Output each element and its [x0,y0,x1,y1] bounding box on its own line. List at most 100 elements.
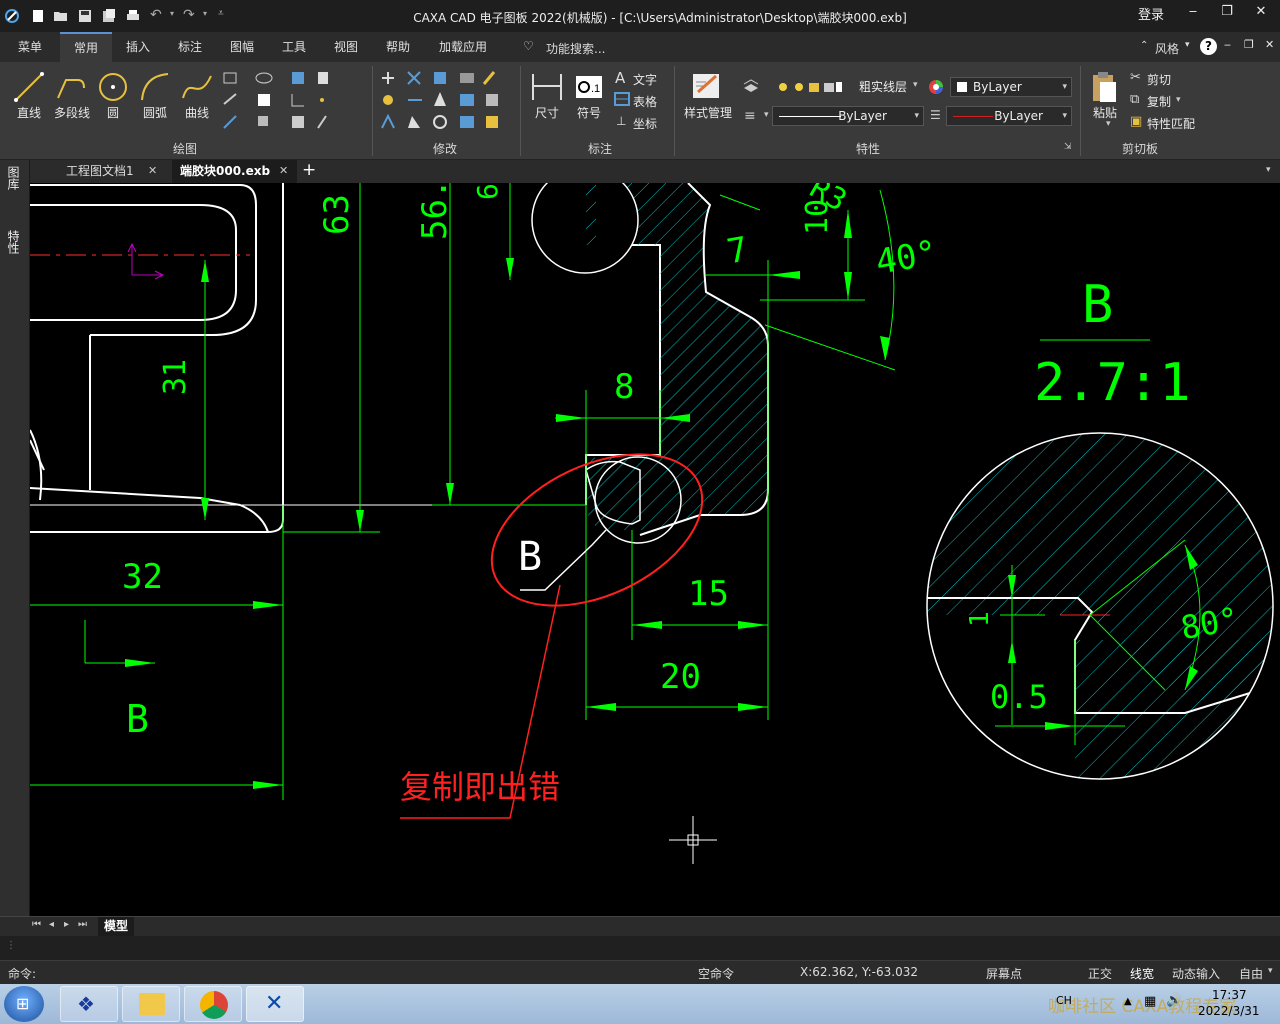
tab-annotate[interactable]: 标注 [168,32,212,62]
properties-panel-tab[interactable]: 特性 [6,230,22,278]
tab-addons[interactable]: 加载应用 [430,32,496,62]
help-icon[interactable]: ? [1200,38,1217,55]
drawing-canvas[interactable]: 63 56.5 6 7 10 R3 40° 31 8 32 15 20 B B … [30,183,1280,918]
caxa-logo-icon[interactable] [4,8,20,24]
paste-icon[interactable] [1090,70,1120,104]
ortho-toggle[interactable]: 正交 [1088,965,1112,982]
next-layout-icon[interactable]: ▸ [64,919,69,930]
color-wheel-icon[interactable] [928,79,944,95]
feature-search[interactable]: 功能搜索... [546,40,605,57]
layer-state-icons[interactable] [776,78,842,96]
match-properties-button[interactable]: 特性匹配 [1147,115,1195,132]
text-button[interactable]: 文字 [633,71,657,88]
taskbar-caxa[interactable]: ✕ [246,986,304,1022]
tab-menu[interactable]: 菜单 [8,32,52,62]
network-icon[interactable]: ▦ [1144,994,1156,1009]
collapse-ribbon-icon[interactable]: ⌃ [1140,40,1148,51]
add-tab-icon[interactable]: + [302,160,316,180]
doc-close-icon[interactable]: ✕ [1265,38,1274,51]
curve-icon[interactable] [180,70,214,104]
doc-minimize-icon[interactable]: ‒ [1224,38,1231,51]
paste-dropdown-icon[interactable]: ▾ [1106,119,1111,129]
command-prompt[interactable]: 命令: [8,965,36,982]
save-as-icon[interactable] [101,8,117,24]
circle-icon[interactable] [96,70,130,104]
snap-mode[interactable]: 屏幕点 [986,965,1022,982]
line-button[interactable]: 直线 [10,104,48,121]
free-mode-toggle[interactable]: 自由 [1239,965,1263,982]
save-icon[interactable] [77,8,93,24]
start-button[interactable]: ⊞ [4,986,44,1022]
cut-button[interactable]: 剪切 [1147,71,1171,88]
redo-icon[interactable]: ↷ [183,7,195,23]
tab-tools[interactable]: 工具 [272,32,316,62]
linetype-select[interactable]: ByLayer ▾ [772,106,924,126]
print-icon[interactable] [125,8,141,24]
copy-button[interactable]: 复制 [1147,93,1171,110]
arc-icon[interactable] [138,70,172,104]
polyline-button[interactable]: 多段线 [50,104,94,121]
login-link[interactable]: 登录 [1138,4,1164,23]
properties-expand-icon[interactable]: ⇲ [1064,142,1072,152]
curve-button[interactable]: 曲线 [178,104,216,121]
clock-date[interactable]: 2022/3/31 [1198,1004,1260,1018]
new-file-icon[interactable] [30,8,46,24]
linetype-list-icon[interactable]: ≡ [744,108,756,124]
minimize-button[interactable]: ‒ [1178,4,1208,19]
color-select[interactable]: ByLayer ▾ [950,77,1072,97]
taskbar-chrome[interactable] [184,986,242,1022]
polyline-icon[interactable] [54,70,88,104]
library-panel-tab[interactable]: 图库 [6,166,22,214]
style-menu[interactable]: 风格 [1155,40,1179,57]
taskbar-explorer[interactable] [122,986,180,1022]
tab-help[interactable]: 帮助 [376,32,420,62]
drawing-svg[interactable]: 63 56.5 6 7 10 R3 40° 31 8 32 15 20 B B … [30,183,1280,918]
ime-indicator[interactable]: CH [1056,994,1072,1007]
tab-sheet[interactable]: 图幅 [220,32,264,62]
dimension-button[interactable]: 尺寸 [528,104,566,121]
coordinate-button[interactable]: 坐标 [633,115,657,132]
last-layout-icon[interactable]: ⏭ [78,919,87,930]
redo-dropdown-icon[interactable]: ▾ [203,9,207,18]
clock-time[interactable]: 17:37 [1212,988,1247,1002]
prev-layout-icon[interactable]: ◂ [49,919,54,930]
style-manager-button[interactable]: 样式管理 [680,104,736,121]
maximize-button[interactable]: ❐ [1212,4,1242,19]
symbol-icon[interactable]: .1 [574,72,604,102]
arc-button[interactable]: 圆弧 [136,104,174,121]
symbol-button[interactable]: 符号 [570,104,608,121]
paste-button[interactable]: 粘贴 [1086,104,1124,121]
tab-insert[interactable]: 插入 [116,32,160,62]
close-icon[interactable]: ✕ [148,164,157,177]
tab-model[interactable]: 模型 [98,917,135,936]
draw-small-tools[interactable] [222,70,332,132]
layer-manager-icon[interactable] [742,78,760,96]
status-options-icon[interactable]: ▾ [1268,966,1273,976]
close-button[interactable]: ✕ [1246,4,1276,19]
taskbar-app-1[interactable]: ❖ [60,986,118,1022]
undo-icon[interactable]: ↶ [150,7,162,23]
style-dropdown-icon[interactable]: ▾ [1185,40,1190,50]
doc-restore-icon[interactable]: ❐ [1244,38,1254,51]
customize-toolbar-icon[interactable]: ⩡ [218,8,224,19]
copy-dropdown-icon[interactable]: ▾ [1176,95,1181,105]
layer-select[interactable]: 粗实线层 [859,78,907,95]
line-icon[interactable] [12,70,46,104]
first-layout-icon[interactable]: ⏮ [32,919,41,930]
lineweight-select[interactable]: ByLayer ▾ [946,106,1072,126]
circle-button[interactable]: 圆 [96,104,130,121]
undo-dropdown-icon[interactable]: ▾ [170,9,174,18]
tab-common[interactable]: 常用 [60,32,112,62]
open-folder-icon[interactable] [53,8,69,24]
tray-expand-icon[interactable]: ▲ [1124,996,1132,1007]
linetype-scale-dropdown-icon[interactable]: ▾ [764,110,769,120]
dynamic-input-toggle[interactable]: 动态输入 [1172,965,1220,982]
table-button[interactable]: 表格 [633,93,657,110]
tab-list-dropdown-icon[interactable]: ▾ [1266,165,1271,175]
volume-icon[interactable]: 🔊 [1166,993,1182,1008]
layer-dropdown-icon[interactable]: ▾ [913,80,918,90]
style-manager-icon[interactable] [690,70,724,104]
dimension-icon[interactable] [530,70,564,104]
close-icon[interactable]: ✕ [279,164,288,177]
lineweight-toggle[interactable]: 线宽 [1130,965,1154,982]
